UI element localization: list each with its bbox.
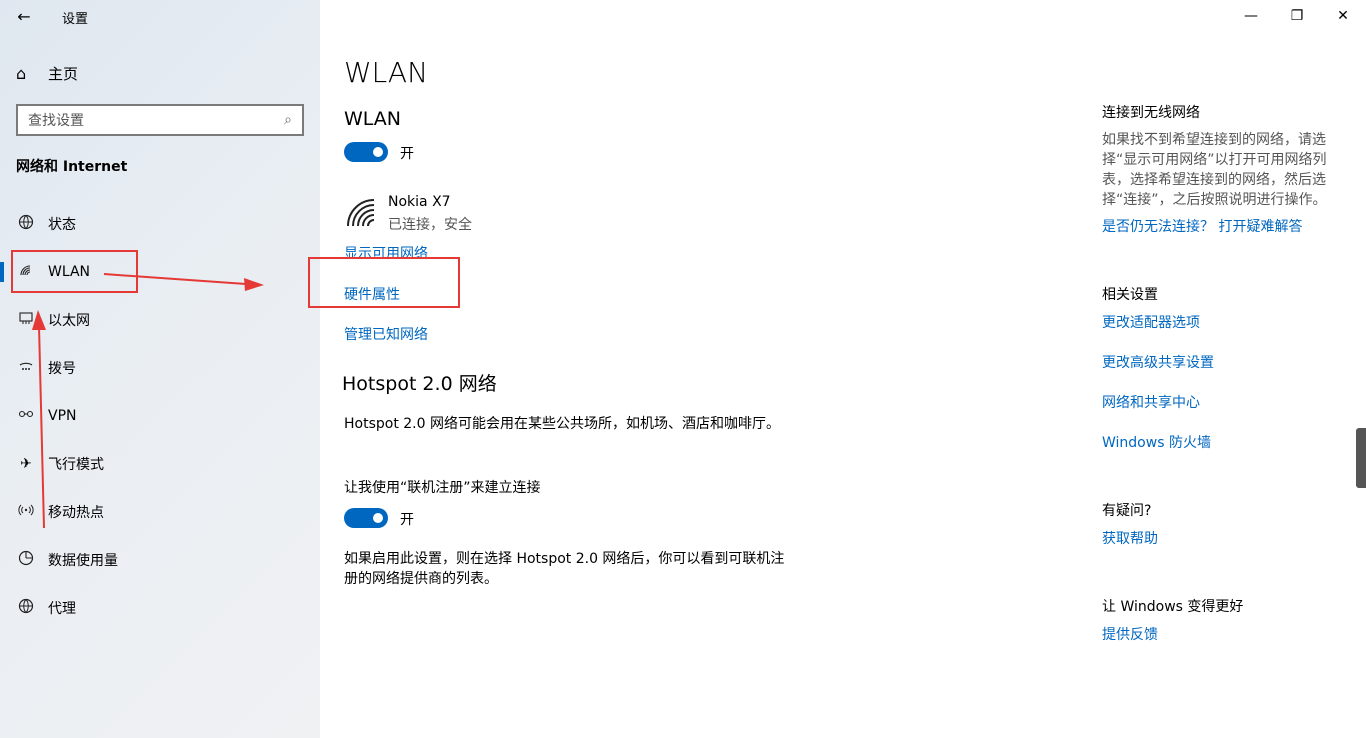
annotation-arrows xyxy=(32,273,264,529)
